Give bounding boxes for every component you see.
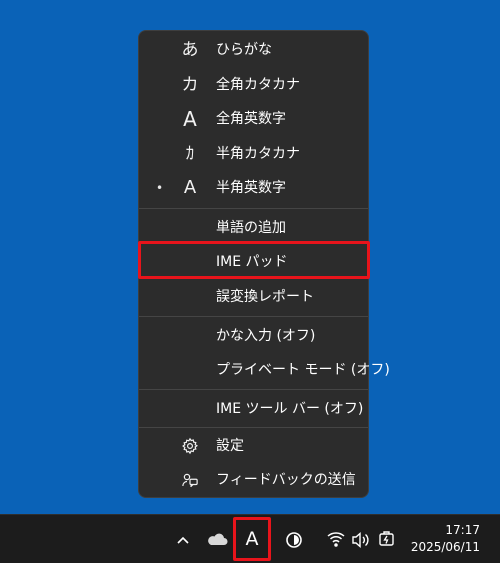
menu-item-hiragana[interactable]: あ ひらがな xyxy=(142,33,365,67)
clock-date: 2025/06/11 xyxy=(410,540,480,554)
gear-icon xyxy=(178,435,202,455)
volume-icon[interactable] xyxy=(350,515,370,563)
menu-separator xyxy=(139,208,368,209)
menu-item-ime-toolbar[interactable]: IME ツール バー (オフ) xyxy=(142,392,365,426)
wifi-icon[interactable] xyxy=(326,515,346,563)
menu-item-label: プライベート モード (オフ) xyxy=(216,362,390,378)
menu-item-label: かな入力 (オフ) xyxy=(216,328,316,344)
battery-icon[interactable] xyxy=(376,515,398,563)
menu-item-label: ひらがな xyxy=(216,42,272,58)
menu-item-label: 誤変換レポート xyxy=(216,289,314,305)
menu-item-fullwidth-alphanumeric[interactable]: A 全角英数字 xyxy=(142,102,365,136)
menu-item-private-mode[interactable]: プライベート モード (オフ) xyxy=(142,353,390,387)
selected-bullet-icon: • xyxy=(156,181,164,195)
clock-time: 17:17 xyxy=(445,523,480,537)
menu-item-label: 全角英数字 xyxy=(216,111,286,127)
ime-indicator-highlight-box xyxy=(233,517,271,561)
onedrive-cloud-icon[interactable] xyxy=(206,515,228,563)
menu-item-add-word[interactable]: 単語の追加 xyxy=(142,211,365,245)
menu-separator xyxy=(139,316,368,317)
focus-clock-icon[interactable] xyxy=(284,515,304,563)
menu-item-send-feedback[interactable]: フィードバックの送信 xyxy=(142,463,365,497)
ime-context-menu: あ ひらがな カ 全角カタカナ A 全角英数字 ｶ 半角カタカナ • A 半角英… xyxy=(138,30,390,498)
feedback-icon xyxy=(178,469,202,489)
fullwidth-a-icon: A xyxy=(183,107,197,131)
menu-item-label: 全角カタカナ xyxy=(216,77,300,93)
menu-separator xyxy=(139,427,368,428)
menu-item-fullwidth-katakana[interactable]: カ 全角カタカナ xyxy=(142,68,365,102)
menu-item-settings[interactable]: 設定 xyxy=(142,429,365,463)
hiragana-a-icon: あ xyxy=(181,40,199,60)
katakana-ka-icon: カ xyxy=(181,75,199,95)
menu-separator xyxy=(139,389,368,390)
halfwidth-katakana-icon: ｶ xyxy=(185,144,195,164)
menu-item-label: 半角英数字 xyxy=(216,180,286,196)
menu-item-kana-input[interactable]: かな入力 (オフ) xyxy=(142,319,365,353)
chevron-up-icon[interactable] xyxy=(174,515,192,563)
menu-item-label: 単語の追加 xyxy=(216,220,286,236)
menu-item-label: IME パッド xyxy=(216,254,288,270)
halfwidth-a-icon: A xyxy=(183,177,197,198)
menu-item-label: IME ツール バー (オフ) xyxy=(216,401,364,417)
menu-item-label: 設定 xyxy=(216,438,244,454)
menu-item-label: 半角カタカナ xyxy=(216,146,300,162)
menu-item-conversion-report[interactable]: 誤変換レポート xyxy=(142,280,365,314)
menu-item-halfwidth-katakana[interactable]: ｶ 半角カタカナ xyxy=(142,137,365,171)
menu-item-halfwidth-alphanumeric[interactable]: • A 半角英数字 xyxy=(142,171,365,205)
menu-item-label: フィードバックの送信 xyxy=(216,472,356,488)
menu-item-ime-pad[interactable]: IME パッド xyxy=(142,245,365,279)
taskbar-clock[interactable]: 17:17 2025/06/11 xyxy=(411,522,480,556)
